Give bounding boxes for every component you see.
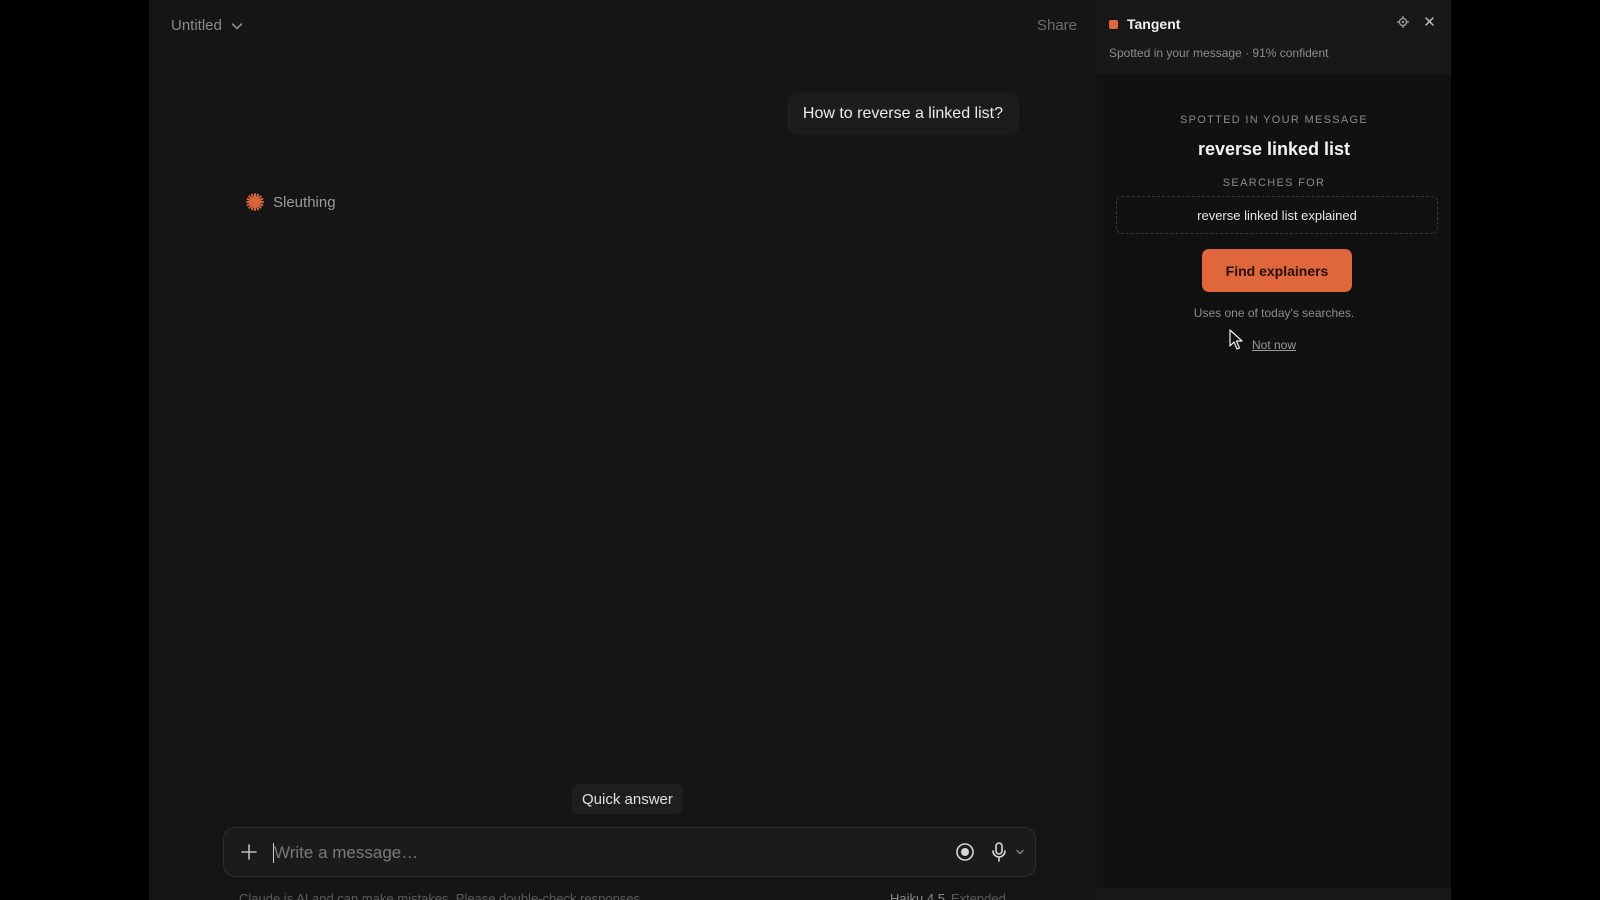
chat-area: Untitled Share How to reverse a linked l… — [149, 0, 1097, 900]
search-query-text: reverse linked list explained — [1197, 207, 1357, 223]
microphone-icon[interactable] — [989, 841, 1009, 863]
response-status: Sleuthing — [245, 192, 336, 212]
usage-note: Uses one of today's searches. — [1193, 306, 1355, 320]
title-dropdown[interactable]: Untitled — [171, 17, 244, 34]
chevron-down-icon — [231, 22, 243, 29]
message-composer — [223, 827, 1036, 877]
gear-icon[interactable] — [1397, 16, 1409, 28]
sparkle-icon — [246, 193, 264, 211]
searches-label: SEARCHES FOR — [1222, 177, 1326, 189]
quick-answer-button[interactable]: Quick answer — [572, 784, 683, 814]
message-input[interactable] — [274, 838, 874, 868]
spotted-label: SPOTTED IN YOUR MESSAGE — [1179, 114, 1368, 126]
panel-footer — [1097, 888, 1451, 900]
panel-header: Tangent Spotted in your message · 91% co… — [1097, 0, 1451, 74]
model-mode: Extended — [950, 891, 1006, 900]
panel-title: Tangent — [1127, 16, 1181, 32]
mouse-cursor-icon — [1229, 329, 1243, 350]
app-window: Untitled Share How to reverse a linked l… — [149, 0, 1451, 900]
model-name: Haiku 4.5 — [890, 891, 945, 900]
disclaimer-text: Claude is AI and can make mistakes. Plea… — [239, 891, 644, 900]
model-selector[interactable]: Haiku 4.5 Extended — [890, 891, 1006, 900]
conversation-title: Untitled — [171, 17, 222, 34]
user-message-text: How to reverse a linked list? — [802, 105, 1003, 122]
close-icon[interactable] — [1424, 16, 1435, 27]
status-label: Sleuthing — [273, 193, 336, 211]
user-message-bubble: How to reverse a linked list? — [786, 93, 1019, 135]
quick-answer-label: Quick answer — [582, 790, 673, 808]
share-button[interactable]: Share — [1037, 17, 1077, 34]
search-query-box: reverse linked list explained — [1116, 196, 1438, 234]
panel-subtitle: Spotted in your message · 91% confident — [1109, 46, 1329, 60]
spotted-term: reverse linked list — [1197, 139, 1351, 159]
not-now-link[interactable]: Not now — [1097, 338, 1451, 352]
tangent-panel: Tangent Spotted in your message · 91% co… — [1097, 0, 1451, 900]
panel-brand: Tangent — [1109, 16, 1180, 32]
chat-header: Untitled Share — [149, 0, 1097, 54]
plus-icon[interactable] — [238, 841, 260, 863]
record-icon[interactable] — [955, 842, 975, 862]
square-icon — [1109, 19, 1118, 29]
find-explainers-button[interactable]: Find explainers — [1202, 249, 1352, 292]
chevron-down-icon[interactable] — [1015, 847, 1025, 857]
